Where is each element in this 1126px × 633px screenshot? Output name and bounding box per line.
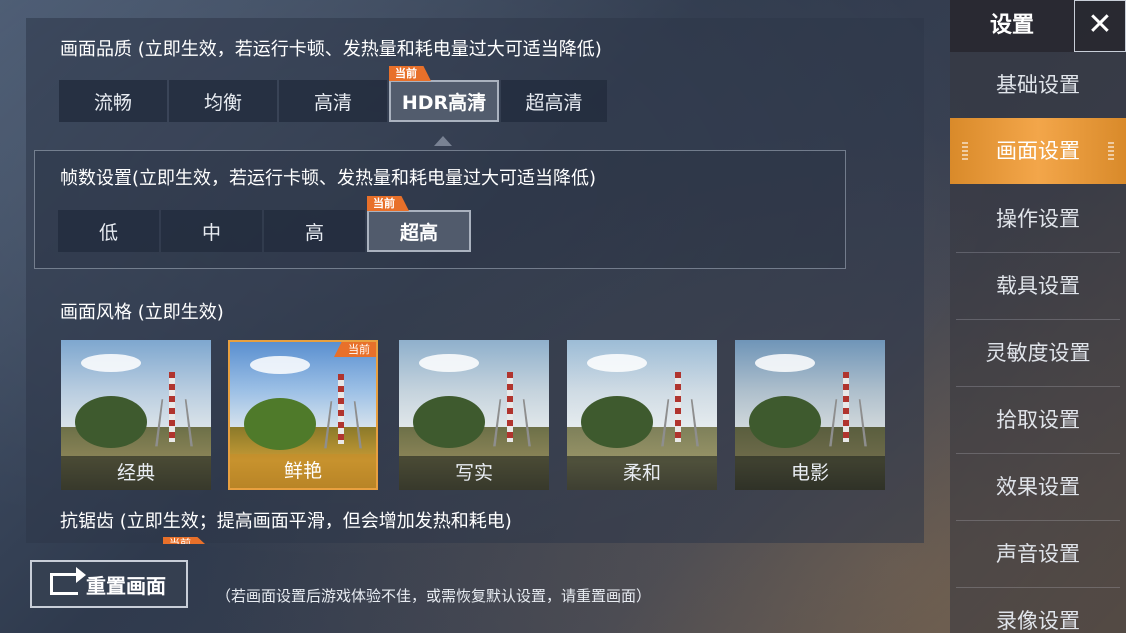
sidebar-item-label: 效果设置 xyxy=(996,475,1080,499)
style-option-realistic[interactable]: 写实 xyxy=(399,340,549,490)
reset-icon xyxy=(50,567,86,595)
sidebar-item-label: 画面设置 xyxy=(996,139,1080,163)
reset-graphics-button[interactable]: 重置画面 xyxy=(30,560,188,608)
cloud-shape xyxy=(755,354,815,372)
tower-shape xyxy=(338,374,344,444)
cloud-shape xyxy=(419,354,479,372)
tree-shape xyxy=(244,398,316,450)
tower-shape xyxy=(169,372,175,442)
sidebar-item-pickup[interactable]: 拾取设置 xyxy=(956,387,1120,454)
style-option-classic[interactable]: 经典 xyxy=(61,340,211,490)
style-option-soft[interactable]: 柔和 xyxy=(567,340,717,490)
style-heading: 画面风格 (立即生效) xyxy=(60,302,224,323)
close-icon: ✕ xyxy=(1087,7,1113,42)
tower-shape xyxy=(843,372,849,442)
reset-note: （若画面设置后游戏体验不佳，或需恢复默认设置，请重置画面） xyxy=(216,587,652,605)
option-label: HDR高清 xyxy=(401,91,487,114)
style-option-film[interactable]: 电影 xyxy=(735,340,885,490)
quality-option-balanced[interactable]: 均衡 xyxy=(169,80,277,122)
sidebar-item-label: 操作设置 xyxy=(996,207,1080,231)
cloud-shape xyxy=(587,354,647,372)
sidebar-item-label: 基础设置 xyxy=(996,73,1080,97)
style-option-label: 经典 xyxy=(61,456,211,490)
quality-option-hd[interactable]: 高清 xyxy=(279,80,387,122)
sidebar-item-sound[interactable]: 声音设置 xyxy=(956,521,1120,588)
style-option-label: 写实 xyxy=(399,456,549,490)
option-label: 低 xyxy=(98,221,118,244)
antialias-heading: 抗锯齿 (立即生效；提高画面平滑，但会增加发热和耗电) xyxy=(60,511,512,532)
quality-option-hdr[interactable]: 当前 HDR高清 xyxy=(389,66,499,122)
sidebar-item-label: 录像设置 xyxy=(996,609,1080,633)
grip-icon xyxy=(1108,142,1114,160)
grip-icon xyxy=(962,142,968,160)
sidebar-item-sensitivity[interactable]: 灵敏度设置 xyxy=(956,320,1120,387)
fps-option-high[interactable]: 高 xyxy=(264,210,365,252)
quality-selector: 流畅 均衡 高清 当前 HDR高清 超高清 xyxy=(59,66,609,122)
style-option-label: 柔和 xyxy=(567,456,717,490)
tree-shape xyxy=(749,396,821,448)
fps-option-medium[interactable]: 中 xyxy=(161,210,262,252)
sidebar-item-effects[interactable]: 效果设置 xyxy=(956,454,1120,521)
sidebar-item-label: 拾取设置 xyxy=(996,408,1080,432)
tower-shape xyxy=(507,372,513,442)
settings-sidebar: 设置 ✕ 基础设置 画面设置 操作设置 载具设置 灵敏度设置 拾取设置 效果设置… xyxy=(950,0,1126,633)
tree-shape xyxy=(581,396,653,448)
fps-heading: 帧数设置(立即生效，若运行卡顿、发热量和耗电量过大可适当降低) xyxy=(60,168,597,189)
option-label: 高清 xyxy=(313,91,352,114)
style-option-label: 鲜艳 xyxy=(230,454,376,488)
option-label: 流畅 xyxy=(93,91,132,114)
cloud-shape xyxy=(81,354,141,372)
sidebar-title: 设置 xyxy=(950,0,1074,52)
style-option-label: 电影 xyxy=(735,456,885,490)
sidebar-item-graphics[interactable]: 画面设置 xyxy=(950,118,1126,184)
quality-option-uhd[interactable]: 超高清 xyxy=(501,80,607,122)
option-label: 超高清 xyxy=(525,91,583,114)
style-option-vivid[interactable]: 当前 鲜艳 xyxy=(228,340,378,490)
sidebar-item-label: 灵敏度设置 xyxy=(985,341,1091,365)
quality-option-smooth[interactable]: 流畅 xyxy=(59,80,167,122)
sidebar-item-replay[interactable]: 录像设置 xyxy=(956,588,1120,633)
tree-shape xyxy=(413,396,485,448)
fps-option-low[interactable]: 低 xyxy=(58,210,159,252)
tree-shape xyxy=(75,396,147,448)
tower-shape xyxy=(675,372,681,442)
option-label: 超高 xyxy=(399,221,438,244)
option-label: 高 xyxy=(304,221,324,244)
sidebar-item-label: 载具设置 xyxy=(996,274,1080,298)
sidebar-item-basic[interactable]: 基础设置 xyxy=(956,52,1120,119)
close-button[interactable]: ✕ xyxy=(1074,0,1126,52)
fps-selector: 低 中 高 当前 超高 xyxy=(58,196,473,252)
option-label: 均衡 xyxy=(203,91,242,114)
fps-option-ultra[interactable]: 当前 超高 xyxy=(367,196,471,252)
option-label: 中 xyxy=(201,221,221,244)
sidebar-item-controls[interactable]: 操作设置 xyxy=(956,186,1120,253)
selection-pointer-icon xyxy=(434,136,452,146)
cloud-shape xyxy=(250,356,310,374)
quality-heading: 画面品质 (立即生效，若运行卡顿、发热量和耗电量过大可适当降低) xyxy=(60,39,602,60)
reset-button-label: 重置画面 xyxy=(86,573,166,598)
sidebar-item-label: 声音设置 xyxy=(996,542,1080,566)
sidebar-item-vehicle[interactable]: 载具设置 xyxy=(956,253,1120,320)
